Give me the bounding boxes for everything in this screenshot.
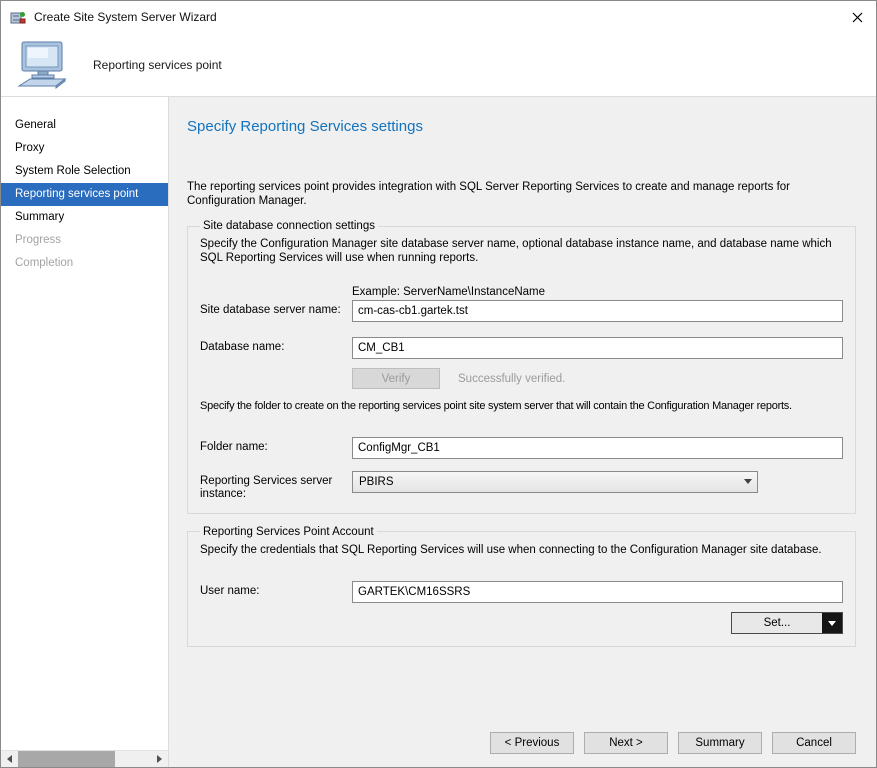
sidebar-item-reporting-services-point[interactable]: Reporting services point bbox=[1, 183, 168, 206]
username-input[interactable] bbox=[352, 581, 843, 603]
close-icon bbox=[852, 12, 863, 23]
chevron-down-icon bbox=[738, 472, 757, 492]
sidebar-item-progress: Progress bbox=[1, 229, 168, 252]
wizard-header: Reporting services point bbox=[1, 33, 876, 97]
close-button[interactable] bbox=[838, 1, 876, 33]
arrow-left-icon[interactable] bbox=[1, 751, 18, 767]
database-name-label: Database name: bbox=[200, 337, 352, 359]
sidebar-item-proxy[interactable]: Proxy bbox=[1, 137, 168, 160]
account-group-title: Reporting Services Point Account bbox=[200, 526, 377, 538]
scrollbar-thumb[interactable] bbox=[18, 751, 115, 767]
intro-text: The reporting services point provides in… bbox=[187, 181, 851, 208]
verify-spacer bbox=[200, 377, 352, 381]
previous-button[interactable]: < Previous bbox=[490, 732, 574, 754]
sidebar-item-completion: Completion bbox=[1, 252, 168, 275]
set-account-button[interactable]: Set... bbox=[731, 612, 843, 634]
chevron-down-icon[interactable] bbox=[822, 613, 842, 633]
server-name-label: Site database server name: bbox=[200, 300, 352, 322]
sidebar-item-system-role-selection[interactable]: System Role Selection bbox=[1, 160, 168, 183]
folder-name-input[interactable] bbox=[352, 437, 843, 459]
reporting-services-point-icon bbox=[15, 40, 69, 90]
instance-label: Reporting Services server instance: bbox=[200, 471, 352, 501]
folder-description: Specify the folder to create on the repo… bbox=[200, 400, 843, 414]
db-settings-group-title: Site database connection settings bbox=[200, 220, 378, 232]
set-button-label: Set... bbox=[732, 613, 822, 633]
window-title: Create Site System Server Wizard bbox=[34, 10, 217, 24]
titlebar: Create Site System Server Wizard bbox=[1, 1, 876, 33]
horizontal-scrollbar[interactable] bbox=[1, 750, 169, 767]
example-text: Example: ServerName\InstanceName bbox=[352, 286, 843, 298]
cancel-button[interactable]: Cancel bbox=[772, 732, 856, 754]
footer-buttons: < Previous Next > Summary Cancel bbox=[490, 732, 856, 754]
folder-name-label: Folder name: bbox=[200, 437, 352, 459]
scrollbar-track[interactable] bbox=[18, 751, 151, 767]
wizard-nav: General Proxy System Role Selection Repo… bbox=[1, 97, 169, 767]
instance-selected-value: PBIRS bbox=[359, 476, 394, 488]
server-name-input[interactable] bbox=[352, 300, 843, 322]
wizard-window: Create Site System Server Wizard Re bbox=[0, 0, 877, 768]
page-title: Specify Reporting Services settings bbox=[187, 97, 856, 135]
db-settings-group: Site database connection settings Specif… bbox=[187, 220, 856, 514]
username-label: User name: bbox=[200, 581, 352, 603]
database-name-input[interactable] bbox=[352, 337, 843, 359]
wizard-app-icon bbox=[10, 9, 26, 25]
account-group: Reporting Services Point Account Specify… bbox=[187, 526, 856, 648]
arrow-right-icon[interactable] bbox=[151, 751, 168, 767]
instance-dropdown[interactable]: PBIRS bbox=[352, 471, 758, 493]
wizard-page-name: Reporting services point bbox=[93, 58, 222, 72]
account-description: Specify the credentials that SQL Reporti… bbox=[200, 544, 843, 558]
verify-button[interactable]: Verify bbox=[352, 368, 440, 389]
sidebar-item-general[interactable]: General bbox=[1, 114, 168, 137]
next-button[interactable]: Next > bbox=[584, 732, 668, 754]
verify-status-text: Successfully verified. bbox=[458, 373, 565, 385]
summary-button[interactable]: Summary bbox=[678, 732, 762, 754]
db-settings-description: Specify the Configuration Manager site d… bbox=[200, 238, 843, 265]
sidebar-item-summary[interactable]: Summary bbox=[1, 206, 168, 229]
main-panel: Specify Reporting Services settings The … bbox=[169, 97, 876, 767]
